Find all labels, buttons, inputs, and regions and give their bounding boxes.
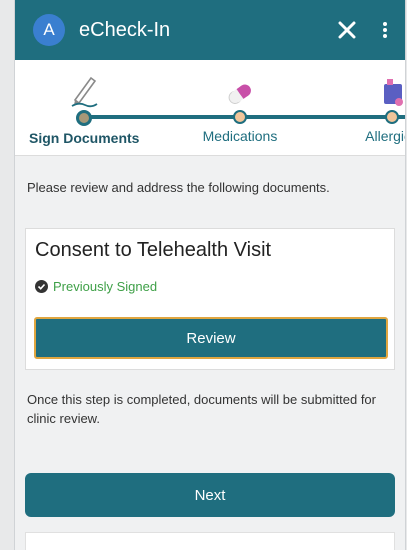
close-button[interactable] [331,14,363,46]
close-icon [338,21,356,39]
document-card: Consent to Telehealth Visit Previously S… [25,228,395,370]
signed-status: Previously Signed [35,279,157,294]
pen-icon [71,76,98,108]
document-title: Consent to Telehealth Visit [35,239,272,261]
check-circle-icon [35,280,48,293]
next-button[interactable]: Next [25,473,395,517]
overflow-menu-button[interactable] [371,14,399,46]
completion-note: Once this step is completed, documents w… [27,392,376,426]
step-indicator [385,110,399,124]
review-button[interactable]: Review [34,317,388,359]
next-card-partial [25,532,395,550]
step-indicator [233,110,247,124]
app-header: A eCheck-In [15,0,405,60]
avatar-letter: A [43,20,55,39]
step-medications[interactable]: Medications [185,70,295,144]
step-indicator-active [76,110,92,126]
more-vertical-icon [383,22,387,38]
step-sign-documents[interactable]: Sign Documents [29,70,139,146]
app-title: eCheck-In [79,18,171,41]
avatar[interactable]: A [33,14,65,46]
step-label: Medications [202,128,278,144]
instructions-text: Please review and address the following … [27,180,330,195]
app-frame: A eCheck-In Sign Documents Medications A… [14,0,406,550]
progress-stepper: Sign Documents Medications Allergi [15,60,405,156]
step-label: Allergies [365,128,405,144]
signed-status-text: Previously Signed [53,279,158,294]
pill-icon [228,84,251,104]
step-label: Sign Documents [29,130,140,146]
step-allergies[interactable]: Allergies [337,70,405,144]
allergy-icon [384,79,403,106]
